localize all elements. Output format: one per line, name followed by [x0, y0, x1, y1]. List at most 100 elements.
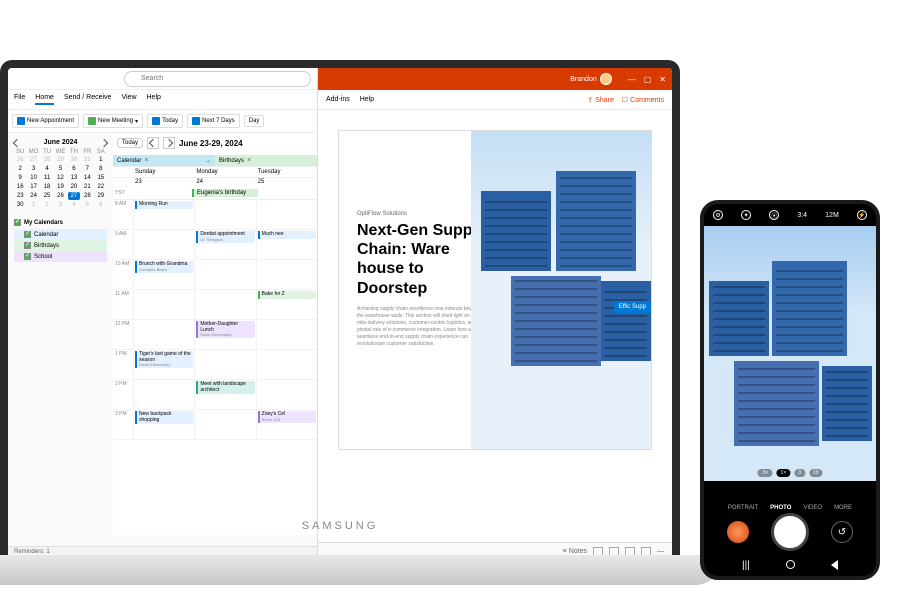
timer-icon[interactable]: ⦿ — [769, 210, 779, 220]
calendar-event[interactable]: Much nee — [258, 231, 316, 239]
calendar-event[interactable]: Zoey's CelRoom 103 — [258, 411, 316, 423]
calendar-event[interactable]: Meet with landscape architect — [196, 381, 254, 394]
minical-day[interactable]: 19 — [54, 183, 66, 191]
minical-day[interactable]: 17 — [27, 183, 39, 191]
minimize-button[interactable]: — — [628, 75, 636, 84]
tab-calendar[interactable]: Calendar×→ — [113, 155, 215, 166]
recents-button[interactable]: ||| — [742, 560, 750, 571]
minical-day[interactable]: 29 — [54, 156, 66, 164]
checkbox-icon[interactable] — [24, 253, 31, 260]
next7days-button[interactable]: Next 7 Days — [187, 114, 240, 128]
resolution[interactable]: 12M — [825, 212, 839, 219]
minical-day[interactable]: 31 — [81, 156, 93, 164]
calendar-event[interactable]: Tiger's last game of the seasonDavis Ele… — [135, 351, 193, 368]
minical-day[interactable]: 2 — [41, 201, 53, 209]
menu-send-receive[interactable]: Send / Receive — [64, 94, 111, 105]
search-input[interactable] — [124, 71, 311, 87]
settings-icon[interactable]: ⚙ — [713, 210, 723, 220]
checkbox-icon[interactable] — [24, 242, 31, 249]
minical-day[interactable]: 18 — [41, 183, 53, 191]
next-month-button[interactable] — [100, 138, 108, 146]
mode-more[interactable]: MORE — [834, 505, 852, 511]
calendar-event[interactable]: Bake for Z — [258, 291, 316, 299]
aspect-ratio[interactable]: 3:4 — [797, 212, 807, 219]
calendar-event[interactable]: New backpack shopping — [135, 411, 193, 424]
minical-day[interactable]: 26 — [14, 156, 26, 164]
minical-day[interactable]: 27 — [27, 156, 39, 164]
minical-day[interactable]: 9 — [14, 174, 26, 182]
calendar-calendar[interactable]: Calendar — [14, 229, 107, 240]
minical-day[interactable]: 6 — [95, 201, 107, 209]
minical-day[interactable]: 5 — [81, 201, 93, 209]
minical-day[interactable]: 7 — [81, 165, 93, 173]
calendar-event[interactable]: Dentist appointmentDr. Selegson — [196, 231, 254, 243]
mode-video[interactable]: VIDEO — [803, 505, 822, 511]
new-meeting-button[interactable]: New Meeting▾ — [83, 114, 143, 128]
minical-day[interactable]: 1 — [27, 201, 39, 209]
menu-view[interactable]: View — [121, 94, 136, 105]
calendar-event[interactable]: Brunch with GrandmaGoodall's Bistro — [135, 261, 193, 273]
shutter-button[interactable] — [771, 513, 809, 551]
minical-day[interactable]: 4 — [68, 201, 80, 209]
camera-viewfinder[interactable]: .5× 1× 3 10 — [704, 226, 876, 481]
minical-day[interactable]: 3 — [27, 165, 39, 173]
minical-day[interactable]: 11 — [41, 174, 53, 182]
mode-portrait[interactable]: PORTRAIT — [728, 505, 758, 511]
comments-button[interactable]: ☐ Comments — [622, 96, 664, 104]
minical-day[interactable]: 13 — [68, 174, 80, 182]
minical-day[interactable]: 6 — [68, 165, 80, 173]
minical-day[interactable]: 27 — [68, 192, 80, 200]
minical-day[interactable]: 12 — [54, 174, 66, 182]
menu-file[interactable]: File — [14, 94, 25, 105]
calendar-event[interactable]: Mother-Daughter LunchDavis Elementary — [196, 321, 254, 338]
calendar-school[interactable]: School — [14, 251, 107, 262]
minical-day[interactable]: 3 — [54, 201, 66, 209]
today-pill[interactable]: Today — [117, 138, 143, 148]
new-appointment-button[interactable]: New Appointment — [12, 114, 79, 128]
minical-day[interactable]: 30 — [14, 201, 26, 209]
minical-day[interactable]: 30 — [68, 156, 80, 164]
zoom-selector[interactable]: .5× 1× 3 10 — [757, 469, 822, 477]
tab-help[interactable]: Help — [360, 96, 374, 103]
home-button[interactable] — [786, 560, 795, 569]
close-button[interactable]: ✕ — [659, 75, 666, 84]
flash-icon[interactable]: ✦ — [741, 210, 751, 220]
calendar-event[interactable]: Morning Run — [135, 201, 193, 209]
notes-button[interactable]: ≡ Notes — [563, 548, 587, 555]
allday-event[interactable]: Eugenia's birthday — [192, 189, 258, 197]
minical-day[interactable]: 4 — [41, 165, 53, 173]
effects-icon[interactable]: ⚡ — [857, 210, 867, 220]
minical-day[interactable]: 28 — [41, 156, 53, 164]
minical-day[interactable]: 1 — [95, 156, 107, 164]
prev-week-button[interactable] — [147, 137, 159, 149]
minical-day[interactable]: 14 — [81, 174, 93, 182]
calendar-birthdays[interactable]: Birthdays — [14, 240, 107, 251]
maximize-button[interactable]: ▢ — [644, 75, 652, 84]
checkbox-icon[interactable] — [24, 231, 31, 238]
minical-day[interactable]: 26 — [54, 192, 66, 200]
tab-birthdays[interactable]: Birthdays× — [215, 155, 317, 166]
menu-home[interactable]: Home — [35, 94, 54, 105]
back-button[interactable] — [831, 560, 838, 570]
close-icon[interactable]: × — [144, 157, 148, 164]
close-icon[interactable]: × — [247, 157, 251, 164]
gallery-button[interactable] — [727, 521, 749, 543]
minical-day[interactable]: 15 — [95, 174, 107, 182]
minical-day[interactable]: 21 — [81, 183, 93, 191]
minical-day[interactable]: 24 — [27, 192, 39, 200]
mode-photo[interactable]: PHOTO — [770, 505, 791, 511]
share-button[interactable]: ⇪ Share — [587, 96, 614, 104]
day-view-button[interactable]: Day — [244, 115, 265, 127]
camera-modes[interactable]: PORTRAIT PHOTO VIDEO MORE — [704, 505, 876, 511]
checkbox-icon[interactable] — [14, 219, 21, 226]
menu-help[interactable]: Help — [147, 94, 161, 105]
minical-day[interactable]: 25 — [41, 192, 53, 200]
tab-addins[interactable]: Add-ins — [326, 96, 350, 103]
next-week-button[interactable] — [163, 137, 175, 149]
user-account[interactable]: Brandon — [570, 73, 611, 85]
minical-day[interactable]: 2 — [14, 165, 26, 173]
minical-day[interactable]: 16 — [14, 183, 26, 191]
minical-day[interactable]: 28 — [81, 192, 93, 200]
today-button[interactable]: Today — [147, 114, 183, 128]
zoom-slider[interactable]: — — [657, 548, 664, 555]
